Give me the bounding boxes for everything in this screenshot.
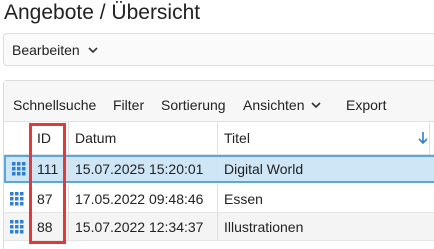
- arrow-down-icon[interactable]: [417, 131, 429, 145]
- sorting-button[interactable]: Sortierung: [161, 96, 226, 114]
- header-icon-column: [4, 122, 31, 154]
- cell-date: 15.07.2022 12:34:37: [69, 213, 218, 240]
- page: Angebote / Übersicht Bearbeiten Schnells…: [0, 0, 434, 249]
- cell-title: Illustrationen: [224, 218, 304, 235]
- cell-id: 88: [31, 213, 69, 240]
- quick-search-button[interactable]: Schnellsuche: [13, 96, 96, 114]
- page-title: Angebote / Übersicht: [4, 1, 201, 24]
- action-bar: Bearbeiten: [3, 33, 434, 66]
- chevron-down-icon: [311, 102, 322, 109]
- views-dropdown-button[interactable]: Ansichten: [243, 96, 323, 114]
- views-label: Ansichten: [243, 97, 305, 113]
- edit-dropdown-button[interactable]: Bearbeiten: [12, 34, 100, 65]
- column-header-title[interactable]: Titel: [218, 122, 430, 154]
- table-row[interactable]: 111 15.07.2025 15:20:01 Digital World: [4, 155, 434, 183]
- column-header-date[interactable]: Datum: [69, 122, 218, 154]
- table-row[interactable]: 87 17.05.2022 09:48:46 Essen: [4, 185, 434, 213]
- grid-toolbar: Schnellsuche Filter Sortierung Ansichten…: [4, 81, 434, 122]
- grid-dots-icon[interactable]: [10, 191, 24, 206]
- cell-date: 15.07.2025 15:20:01: [69, 157, 218, 181]
- edit-button-label: Bearbeiten: [12, 41, 80, 58]
- table-row[interactable]: 88 15.07.2022 12:34:37 Illustrationen: [4, 213, 434, 241]
- cell-id: 87: [31, 185, 69, 212]
- column-header-title-label: Titel: [224, 130, 250, 146]
- table-header: ID Datum Titel: [4, 122, 434, 155]
- export-button[interactable]: Export: [346, 96, 386, 114]
- grid-dots-icon[interactable]: [10, 219, 24, 234]
- cell-date: 17.05.2022 09:48:46: [69, 185, 218, 212]
- data-grid: Schnellsuche Filter Sortierung Ansichten…: [3, 80, 434, 249]
- cell-title: Digital World: [224, 161, 304, 177]
- cell-title: Essen: [224, 190, 263, 207]
- filter-button[interactable]: Filter: [113, 96, 144, 114]
- column-header-id[interactable]: ID: [31, 122, 69, 154]
- grid-dots-icon[interactable]: [12, 162, 26, 176]
- cell-id: 111: [31, 157, 69, 181]
- chevron-down-icon: [88, 46, 98, 53]
